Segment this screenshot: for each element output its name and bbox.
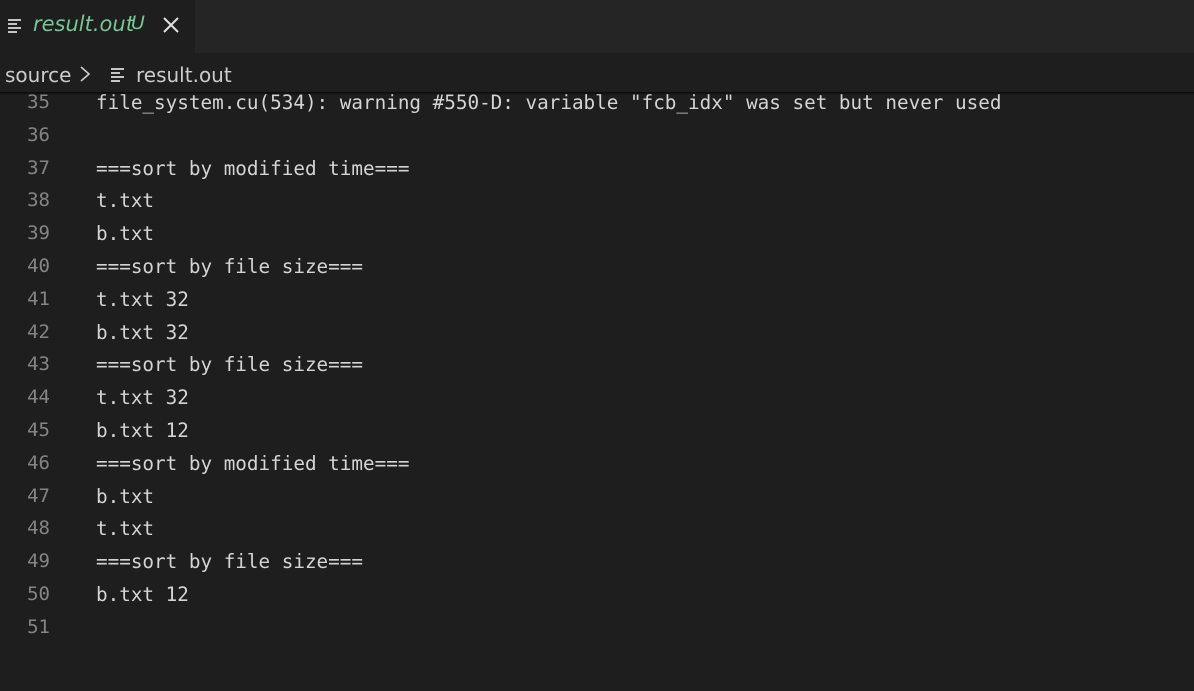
- line-text: b.txt 12: [96, 419, 189, 442]
- line-number: 42: [27, 320, 50, 343]
- editor-window: result.out U source result.out 35 file_s…: [0, 0, 1194, 691]
- line-text: ===sort by file size===: [96, 255, 363, 278]
- editor-line[interactable]: 42 b.txt 32: [0, 316, 1194, 349]
- editor-line[interactable]: 44 t.txt 32: [0, 381, 1194, 414]
- line-number: 46: [27, 451, 50, 474]
- line-text: b.txt 32: [96, 320, 189, 344]
- line-text: t.txt 32: [96, 386, 189, 410]
- breadcrumb-shadow: [0, 92, 1194, 95]
- editor-line[interactable]: 46 ===sort by modified time===: [0, 447, 1194, 480]
- line-number: 36: [27, 123, 50, 146]
- editor-line[interactable]: 38 t.txt: [0, 184, 1194, 217]
- line-number: 43: [27, 353, 50, 376]
- tab-strip: result.out U: [0, 0, 1194, 53]
- line-text: t.txt: [96, 517, 155, 541]
- editor-text-area[interactable]: 35 file_system.cu(534): warning #550-D: v…: [0, 86, 1194, 691]
- line-text: b.txt: [96, 222, 155, 246]
- close-icon[interactable]: [160, 14, 182, 36]
- editor-line[interactable]: 49 ===sort by file size===: [0, 545, 1194, 578]
- line-number: 48: [27, 517, 50, 540]
- editor-line[interactable]: 50 b.txt 12: [0, 578, 1194, 611]
- editor-line[interactable]: 47 b.txt: [0, 480, 1194, 513]
- editor-line[interactable]: 45 b.txt 12: [0, 414, 1194, 447]
- untracked-status-badge: U: [131, 12, 145, 34]
- lines-file-icon: [111, 68, 127, 87]
- editor-line[interactable]: 39 b.txt: [0, 217, 1194, 250]
- line-number: 45: [27, 419, 50, 441]
- editor-line[interactable]: 51: [0, 611, 1194, 644]
- line-text: t.txt: [96, 189, 155, 213]
- line-number: 44: [27, 386, 50, 409]
- editor-line[interactable]: 48 t.txt: [0, 512, 1194, 545]
- line-text: ===sort by modified time===: [96, 156, 410, 180]
- line-number: 51: [27, 615, 50, 638]
- line-number: 41: [27, 287, 50, 310]
- tab-result-out[interactable]: result.out U: [0, 0, 195, 53]
- line-text: ===sort by file size===: [96, 550, 363, 574]
- line-number: 39: [27, 222, 50, 245]
- editor-line[interactable]: 41 t.txt 32: [0, 283, 1194, 316]
- line-text: b.txt 12: [96, 583, 189, 606]
- line-number: 47: [27, 484, 50, 507]
- line-number: 49: [27, 550, 50, 573]
- line-text: t.txt 32: [96, 287, 189, 311]
- tab-title: result.out: [33, 12, 134, 36]
- line-number: 37: [27, 156, 50, 179]
- editor-line[interactable]: 43 ===sort by file size===: [0, 348, 1194, 381]
- line-text: ===sort by file size===: [96, 353, 363, 377]
- lines-file-icon: [8, 19, 24, 38]
- breadcrumb-file[interactable]: result.out: [136, 63, 232, 87]
- editor-line[interactable]: 37 ===sort by modified time===: [0, 152, 1194, 185]
- line-text: ===sort by modified time===: [96, 451, 410, 475]
- line-text: b.txt: [96, 484, 155, 508]
- line-number: 40: [27, 255, 50, 277]
- editor-line[interactable]: 40 ===sort by file size===: [0, 250, 1194, 283]
- line-number: 50: [27, 583, 50, 605]
- breadcrumb-folder[interactable]: source: [5, 63, 71, 87]
- editor-line[interactable]: 35 file_system.cu(534): warning #550-D: v…: [0, 86, 1194, 119]
- chevron-right-icon: [79, 65, 91, 88]
- editor-line[interactable]: 36: [0, 119, 1194, 152]
- line-number: 38: [27, 189, 50, 212]
